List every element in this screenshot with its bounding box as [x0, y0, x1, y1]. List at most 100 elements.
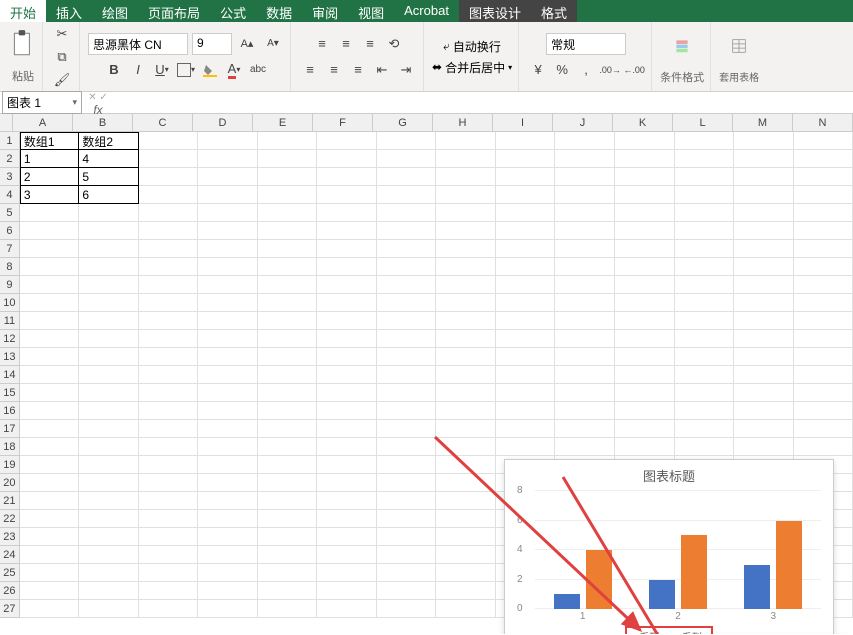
- row-header-16[interactable]: 16: [0, 402, 20, 420]
- cell-F21[interactable]: [317, 492, 377, 510]
- cell-N6[interactable]: [794, 222, 853, 240]
- row-header-19[interactable]: 19: [0, 456, 20, 474]
- cell-F20[interactable]: [317, 474, 377, 492]
- cell-A9[interactable]: [20, 276, 80, 294]
- cell-H4[interactable]: [436, 186, 496, 204]
- cell-M3[interactable]: [734, 168, 794, 186]
- cell-D1[interactable]: [198, 132, 258, 150]
- cell-L2[interactable]: [675, 150, 735, 168]
- cell-N14[interactable]: [794, 366, 853, 384]
- cell-C14[interactable]: [139, 366, 199, 384]
- cell-J11[interactable]: [555, 312, 615, 330]
- cell-H27[interactable]: [436, 600, 496, 618]
- phonetic-button[interactable]: abc: [247, 59, 269, 81]
- cell-M7[interactable]: [734, 240, 794, 258]
- cell-H5[interactable]: [436, 204, 496, 222]
- cell-H2[interactable]: [436, 150, 496, 168]
- cell-H10[interactable]: [436, 294, 496, 312]
- cell-B12[interactable]: [79, 330, 139, 348]
- cell-M2[interactable]: [734, 150, 794, 168]
- cell-C9[interactable]: [139, 276, 199, 294]
- cell-A20[interactable]: [20, 474, 80, 492]
- cell-N15[interactable]: [794, 384, 853, 402]
- cell-C11[interactable]: [139, 312, 199, 330]
- cell-H9[interactable]: [436, 276, 496, 294]
- cell-B15[interactable]: [79, 384, 139, 402]
- cell-D15[interactable]: [198, 384, 258, 402]
- cell-M18[interactable]: [734, 438, 794, 456]
- cell-M15[interactable]: [734, 384, 794, 402]
- column-header-J[interactable]: J: [553, 114, 613, 131]
- cell-C16[interactable]: [139, 402, 199, 420]
- cell-C12[interactable]: [139, 330, 199, 348]
- border-button[interactable]: ▾: [175, 59, 197, 81]
- cell-F4[interactable]: [317, 186, 377, 204]
- cell-A5[interactable]: [20, 204, 80, 222]
- cell-K2[interactable]: [615, 150, 675, 168]
- cell-F14[interactable]: [317, 366, 377, 384]
- row-header-25[interactable]: 25: [0, 564, 20, 582]
- cell-E3[interactable]: [258, 168, 318, 186]
- cell-I7[interactable]: [496, 240, 556, 258]
- cell-E14[interactable]: [258, 366, 318, 384]
- cell-C22[interactable]: [139, 510, 199, 528]
- row-header-9[interactable]: 9: [0, 276, 20, 294]
- cell-C19[interactable]: [139, 456, 199, 474]
- cell-A11[interactable]: [20, 312, 80, 330]
- cell-F9[interactable]: [317, 276, 377, 294]
- cell-I17[interactable]: [496, 420, 556, 438]
- cell-D24[interactable]: [198, 546, 258, 564]
- cell-I16[interactable]: [496, 402, 556, 420]
- row-header-24[interactable]: 24: [0, 546, 20, 564]
- cell-L12[interactable]: [675, 330, 735, 348]
- merge-button[interactable]: ⬌合并后居中▾: [432, 59, 512, 76]
- cell-E26[interactable]: [258, 582, 318, 600]
- cell-A26[interactable]: [20, 582, 80, 600]
- cell-M6[interactable]: [734, 222, 794, 240]
- name-box[interactable]: 图表 1▾: [2, 91, 82, 114]
- cell-C24[interactable]: [139, 546, 199, 564]
- cell-B25[interactable]: [79, 564, 139, 582]
- row-header-18[interactable]: 18: [0, 438, 20, 456]
- cell-C27[interactable]: [139, 600, 199, 618]
- cell-A4[interactable]: 3: [20, 186, 80, 204]
- cell-H15[interactable]: [436, 384, 496, 402]
- column-header-C[interactable]: C: [133, 114, 193, 131]
- cell-K12[interactable]: [615, 330, 675, 348]
- cell-G15[interactable]: [377, 384, 437, 402]
- cut-icon[interactable]: ✂: [51, 24, 73, 43]
- row-header-15[interactable]: 15: [0, 384, 20, 402]
- cell-G6[interactable]: [377, 222, 437, 240]
- cell-F2[interactable]: [317, 150, 377, 168]
- cell-E5[interactable]: [258, 204, 318, 222]
- cell-D22[interactable]: [198, 510, 258, 528]
- cell-G25[interactable]: [377, 564, 437, 582]
- cell-K13[interactable]: [615, 348, 675, 366]
- cell-E1[interactable]: [258, 132, 318, 150]
- cell-M8[interactable]: [734, 258, 794, 276]
- row-header-17[interactable]: 17: [0, 420, 20, 438]
- cell-G14[interactable]: [377, 366, 437, 384]
- cell-A1[interactable]: 数组1: [20, 132, 80, 150]
- cell-B27[interactable]: [79, 600, 139, 618]
- align-right-icon[interactable]: ≡: [347, 59, 369, 81]
- cell-N9[interactable]: [794, 276, 853, 294]
- column-header-E[interactable]: E: [253, 114, 313, 131]
- bold-button[interactable]: B: [103, 59, 125, 81]
- column-header-G[interactable]: G: [373, 114, 433, 131]
- cell-M10[interactable]: [734, 294, 794, 312]
- cell-G12[interactable]: [377, 330, 437, 348]
- cell-M4[interactable]: [734, 186, 794, 204]
- cell-I15[interactable]: [496, 384, 556, 402]
- cell-G2[interactable]: [377, 150, 437, 168]
- cell-N11[interactable]: [794, 312, 853, 330]
- cell-N5[interactable]: [794, 204, 853, 222]
- cell-J15[interactable]: [555, 384, 615, 402]
- cell-N2[interactable]: [794, 150, 853, 168]
- bar-系列1-2[interactable]: [649, 580, 675, 610]
- cell-J4[interactable]: [555, 186, 615, 204]
- cell-F8[interactable]: [317, 258, 377, 276]
- cell-K7[interactable]: [615, 240, 675, 258]
- cell-H16[interactable]: [436, 402, 496, 420]
- cell-C4[interactable]: [139, 186, 199, 204]
